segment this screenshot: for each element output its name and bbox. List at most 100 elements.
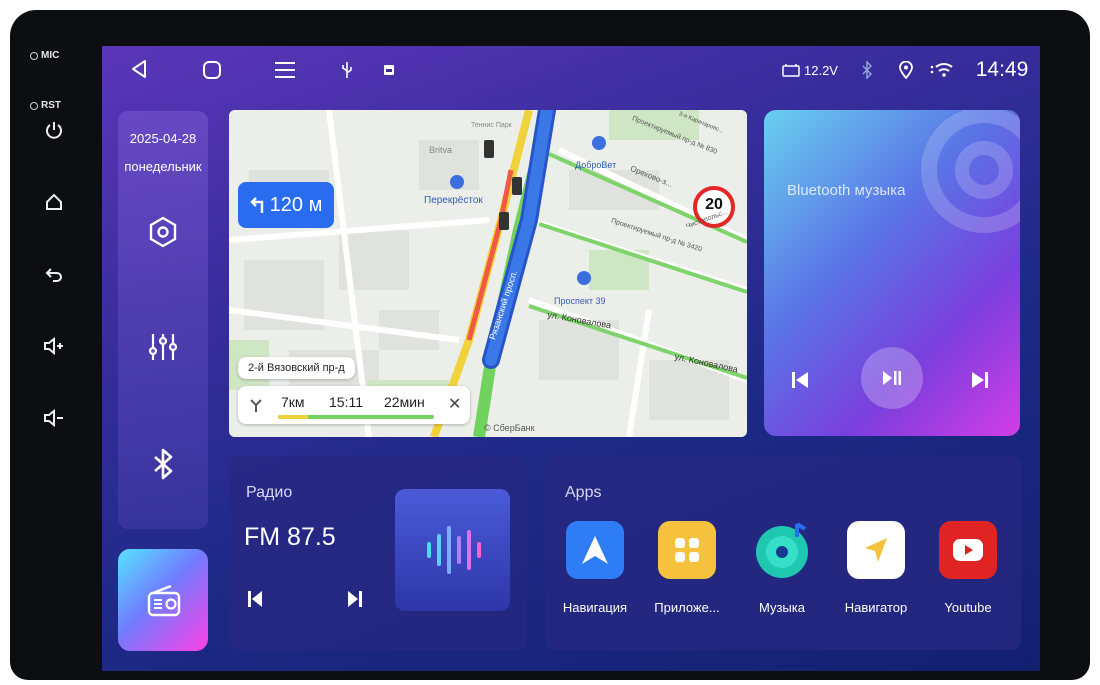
power-button[interactable] [40, 116, 68, 144]
menu-icon [275, 62, 295, 78]
back-arrow-icon [45, 268, 62, 282]
street-name-chip: 2-й Вязовский пр-д [238, 357, 355, 379]
equalizer-button[interactable] [145, 329, 181, 365]
radio-card[interactable]: Радио FM 87.5 [229, 456, 527, 650]
rst-label: RST [41, 100, 61, 111]
car-battery-icon [782, 64, 800, 77]
quick-panel: 2025-04-28 понедельник [118, 111, 208, 529]
location-pin-icon [899, 61, 913, 79]
youtube-play-icon [939, 521, 997, 579]
equalizer-icon [148, 334, 178, 360]
battery-voltage: 12.2V [782, 58, 852, 82]
play-pause-icon [883, 371, 901, 385]
bluetooth-icon [862, 61, 873, 79]
bluetooth-button[interactable] [145, 446, 181, 482]
navigation-arrow-icon [566, 521, 624, 579]
radio-visualizer [395, 489, 510, 611]
app-label: Навигатор [844, 600, 908, 615]
rst-dot-icon [30, 101, 38, 110]
weekday-text: понедельник [124, 159, 202, 174]
app-navigation[interactable]: Навигация [555, 521, 635, 615]
radio-icon [147, 585, 181, 617]
nav-menu-button[interactable] [273, 58, 297, 82]
map-label-prospekt39: Проспект 39 [554, 296, 606, 306]
volume-down-icon [44, 408, 63, 428]
trip-progress-bar [278, 415, 434, 419]
apps-title: Apps [565, 484, 602, 501]
turn-instruction: 120 м [238, 182, 334, 228]
turn-distance: 120 м [269, 193, 323, 216]
image-icon [384, 65, 394, 75]
app-apps[interactable]: Приложе... [647, 521, 727, 615]
app-navigator[interactable]: Навигатор [836, 521, 916, 615]
trip-eta: 15:11 [329, 394, 363, 410]
nav-home-button[interactable] [200, 58, 224, 82]
map-label-perekrestok: Перекрёсток [424, 195, 483, 206]
square-home-icon [203, 61, 221, 79]
skip-previous-icon [792, 372, 808, 388]
skip-previous-icon [248, 591, 262, 607]
route-fork-icon [250, 399, 262, 412]
device-frame: MIC RST 12.2V 14:49 2025-04-28 понедельн… [10, 10, 1090, 680]
usb-status [338, 58, 356, 82]
radio-title: Радио [246, 484, 293, 501]
back-hw-button[interactable] [40, 260, 68, 288]
close-route-icon[interactable]: ✕ [448, 394, 461, 414]
mic-label: MIC [41, 50, 60, 61]
bt-play-pause-button[interactable] [861, 347, 923, 409]
map-attribution: © СберБанк [484, 423, 535, 433]
map-label-dobrovet: ДоброВет [575, 160, 617, 170]
mic-indicator: MIC [30, 50, 59, 61]
bt-prev-button[interactable] [790, 368, 814, 392]
rst-indicator[interactable]: RST [30, 100, 61, 111]
wifi-icon [930, 63, 953, 77]
music-note-watermark-icon [921, 110, 1020, 233]
status-bar: 12.2V 14:49 [102, 46, 1040, 94]
home-hw-button[interactable] [40, 188, 68, 216]
nav-back-button[interactable] [128, 58, 150, 80]
app-music[interactable]: Музыка [742, 521, 822, 615]
clock: 14:49 [975, 58, 1029, 81]
volume-down-button[interactable] [40, 404, 68, 432]
volume-up-button[interactable] [40, 332, 68, 360]
date-text: 2025-04-28 [129, 131, 197, 146]
bluetooth-music-card[interactable]: Bluetooth музыка [764, 110, 1020, 436]
bluetooth-music-title: Bluetooth музыка [787, 182, 906, 199]
skip-next-icon [348, 591, 362, 607]
radio-prev-button[interactable] [247, 590, 267, 610]
radio-shortcut-button[interactable] [118, 549, 208, 651]
settings-button[interactable] [145, 214, 181, 250]
power-icon [46, 122, 62, 139]
location-status [897, 58, 915, 82]
trip-distance: 7км [281, 394, 305, 410]
trip-progress-traffic [278, 415, 308, 419]
bluetooth-icon [154, 448, 173, 480]
music-disc-icon [753, 521, 811, 579]
navigation-map[interactable]: Перекрёсток ДоброВет Проспект 39 ул. Кон… [229, 110, 747, 437]
wifi-status [928, 58, 956, 82]
map-label-tennis: Теннис Парк [471, 122, 512, 129]
trip-info-chip[interactable]: 7км 15:11 22мин ✕ [238, 386, 470, 424]
gallery-status [380, 58, 398, 82]
navigator-arrow-icon [847, 521, 905, 579]
bt-next-button[interactable] [970, 368, 994, 392]
voltage-text: 12.2V [804, 62, 838, 78]
app-label: Приложе... [654, 600, 720, 615]
skip-next-icon [972, 372, 988, 388]
radio-next-button[interactable] [347, 590, 367, 610]
radio-frequency: FM 87.5 [244, 523, 336, 551]
sound-wave-icon [426, 526, 481, 574]
app-label: Навигация [562, 600, 628, 615]
map-label-britva: Britva [429, 145, 453, 155]
turn-left-icon [249, 197, 263, 213]
usb-icon [342, 62, 352, 78]
trip-duration: 22мин [384, 394, 425, 410]
app-label: Youtube [944, 600, 992, 615]
triangle-back-icon [132, 60, 146, 78]
apps-card: Apps Навигация Приложе... Музыка Навигат… [545, 456, 1021, 650]
apps-grid-icon [658, 521, 716, 579]
speed-limit-sign: 20 [705, 196, 723, 213]
volume-up-icon [44, 336, 63, 356]
bluetooth-status [858, 58, 876, 82]
app-youtube[interactable]: Youtube [928, 521, 1008, 615]
